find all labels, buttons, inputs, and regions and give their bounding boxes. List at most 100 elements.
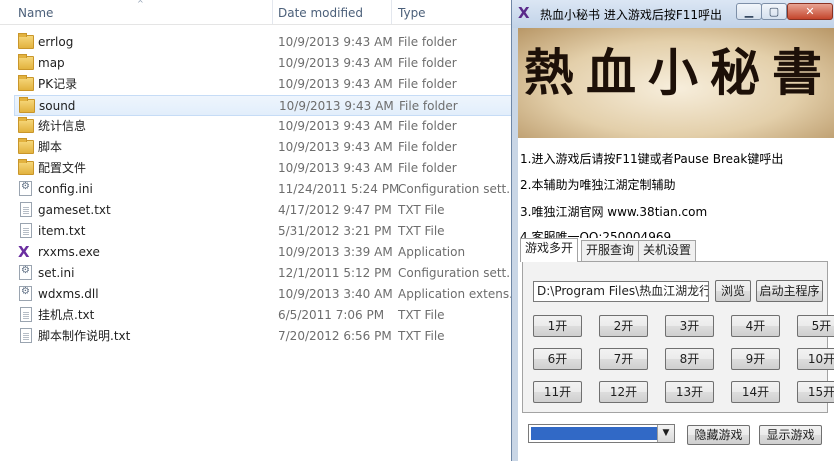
info-line-3: 3.唯独江湖官网 www.38tian.com — [520, 205, 708, 219]
item-date-modified: 12/1/2011 5:12 PM — [278, 266, 392, 280]
item-type: Configuration sett... — [398, 182, 518, 196]
item-name: 配置文件 — [38, 161, 87, 175]
item-date-modified: 10/9/2013 9:43 AM — [279, 99, 394, 113]
list-item[interactable]: Xrxxms.exe 10/9/2013 3:39 AM Application — [16, 242, 516, 263]
item-name: PK记录 — [38, 77, 78, 91]
item-type: File folder — [398, 119, 457, 133]
open-instance-button-5[interactable]: 5开 — [797, 315, 834, 337]
folder-icon — [19, 97, 35, 113]
item-date-modified: 11/24/2011 5:24 PM — [278, 182, 400, 196]
item-type: Application — [398, 245, 466, 259]
chevron-down-icon[interactable]: ▼ — [657, 425, 674, 442]
item-date-modified: 4/17/2012 9:47 PM — [278, 203, 392, 217]
open-instance-button-15[interactable]: 15开 — [797, 381, 834, 403]
list-item[interactable]: set.ini 12/1/2011 5:12 PM Configuration se… — [16, 263, 518, 284]
item-date-modified: 10/9/2013 9:43 AM — [278, 77, 393, 91]
text-file-icon — [20, 202, 32, 217]
list-item[interactable]: map 10/9/2013 9:43 AM File folder — [16, 53, 516, 74]
column-type[interactable]: Type — [392, 0, 512, 24]
tab-server-query[interactable]: 开服查询 — [581, 240, 640, 261]
folder-icon — [18, 159, 34, 175]
list-item[interactable]: errlog 10/9/2013 9:43 AM File folder — [16, 32, 516, 53]
item-name: 挂机点.txt — [38, 308, 95, 322]
open-instance-button-14[interactable]: 14开 — [731, 381, 780, 403]
item-date-modified: 10/9/2013 9:43 AM — [278, 35, 393, 49]
info-line-4: 4.客服唯一QQ:250004969 — [520, 230, 672, 238]
list-item[interactable]: 挂机点.txt 6/5/2011 7:06 PM TXT File — [16, 305, 516, 326]
text-file-icon — [20, 223, 32, 238]
banner-title: 熱血小秘書 — [524, 43, 834, 102]
list-item[interactable]: 脚本制作说明.txt 7/20/2012 6:56 PM TXT File — [16, 326, 516, 347]
launch-main-program-button[interactable]: 启动主程序 — [756, 280, 823, 302]
window-client: 熱血小秘書 1.进入游戏后请按F11键或者Pause Break键呼出 2.本辅… — [518, 28, 834, 461]
helper-window: X 热血小秘书 进入游戏后按F11呼出 ▁ ▢ ✕ 熱血小秘書 1.进入游戏后请… — [511, 0, 834, 461]
folder-icon — [18, 33, 34, 49]
open-instance-button-3[interactable]: 3开 — [665, 315, 714, 337]
item-type: TXT File — [398, 224, 445, 238]
open-instance-button-12[interactable]: 12开 — [599, 381, 648, 403]
tab-multi-open[interactable]: 游戏多开 — [520, 238, 579, 262]
folder-icon — [18, 117, 34, 133]
open-instance-button-7[interactable]: 7开 — [599, 348, 648, 370]
window-title: 热血小秘书 进入游戏后按F11呼出 — [540, 8, 722, 22]
folder-icon — [18, 138, 34, 154]
text-file-icon — [20, 307, 32, 322]
hide-game-button[interactable]: 隐藏游戏 — [687, 425, 750, 445]
list-item[interactable]: 统计信息 10/9/2013 9:43 AM File folder — [16, 116, 516, 137]
settings-file-icon — [19, 265, 32, 280]
item-type: File folder — [398, 140, 457, 154]
info-line-2: 2.本辅助为唯独江湖定制辅助 — [520, 178, 676, 192]
list-item[interactable]: sound 10/9/2013 9:43 AM File folder — [14, 95, 518, 116]
column-date-modified[interactable]: Date modified — [272, 0, 390, 24]
list-item[interactable]: wdxms.dll 10/9/2013 3:40 AM Application ex… — [16, 284, 521, 305]
list-item[interactable]: 配置文件 10/9/2013 9:43 AM File folder — [16, 158, 516, 179]
selected-option-highlight — [531, 427, 657, 440]
item-name: wdxms.dll — [38, 287, 99, 301]
open-instance-button-4[interactable]: 4开 — [731, 315, 780, 337]
open-instance-button-6[interactable]: 6开 — [533, 348, 582, 370]
tab-shutdown-settings[interactable]: 关机设置 — [638, 240, 697, 261]
maximize-button[interactable]: ▢ — [761, 3, 787, 20]
item-date-modified: 10/9/2013 9:43 AM — [278, 56, 393, 70]
item-type: File folder — [398, 77, 457, 91]
item-type: File folder — [398, 161, 457, 175]
item-name: config.ini — [38, 182, 93, 196]
list-item[interactable]: item.txt 5/31/2012 3:21 PM TXT File — [16, 221, 516, 242]
show-game-button[interactable]: 显示游戏 — [759, 425, 822, 445]
item-name: 统计信息 — [38, 119, 87, 133]
game-window-select[interactable]: ▼ — [528, 424, 675, 443]
close-button[interactable]: ✕ — [787, 3, 833, 20]
title-bar[interactable]: X 热血小秘书 进入游戏后按F11呼出 ▁ ▢ ✕ — [512, 0, 834, 28]
banner-image: 熱血小秘書 — [518, 28, 834, 138]
list-item[interactable]: gameset.txt 4/17/2012 9:47 PM TXT File — [16, 200, 516, 221]
item-name: map — [38, 56, 65, 70]
folder-icon — [18, 54, 34, 70]
open-instance-button-2[interactable]: 2开 — [599, 315, 648, 337]
open-instance-button-11[interactable]: 11开 — [533, 381, 582, 403]
folder-icon — [18, 75, 34, 91]
list-item[interactable]: 脚本 10/9/2013 9:43 AM File folder — [16, 137, 516, 158]
item-date-modified: 6/5/2011 7:06 PM — [278, 308, 385, 322]
game-path-input[interactable]: D:\Program Files\热血江湖龙行绝刃 — [533, 281, 709, 302]
item-type: File folder — [398, 56, 457, 70]
item-date-modified: 10/9/2013 9:43 AM — [278, 119, 393, 133]
item-name: rxxms.exe — [38, 245, 100, 259]
item-name: sound — [39, 99, 76, 113]
open-instance-button-8[interactable]: 8开 — [665, 348, 714, 370]
settings-file-icon — [19, 286, 32, 301]
list-item[interactable]: config.ini 11/24/2011 5:24 PMConfiguratio… — [16, 179, 518, 200]
list-item[interactable]: PK记录 10/9/2013 9:43 AM File folder — [16, 74, 516, 95]
browse-button[interactable]: 浏览 — [715, 280, 751, 302]
settings-file-icon — [19, 181, 32, 196]
item-name: 脚本制作说明.txt — [38, 329, 131, 343]
minimize-button[interactable]: ▁ — [736, 3, 762, 20]
open-instance-button-10[interactable]: 10开 — [797, 348, 834, 370]
open-instance-button-1[interactable]: 1开 — [533, 315, 582, 337]
info-line-1: 1.进入游戏后请按F11键或者Pause Break键呼出 — [520, 152, 784, 166]
item-name: 脚本 — [38, 140, 63, 154]
item-type: TXT File — [398, 329, 445, 343]
item-type: Configuration sett... — [398, 266, 518, 280]
open-instance-button-13[interactable]: 13开 — [665, 381, 714, 403]
item-date-modified: 7/20/2012 6:56 PM — [278, 329, 392, 343]
open-instance-button-9[interactable]: 9开 — [731, 348, 780, 370]
